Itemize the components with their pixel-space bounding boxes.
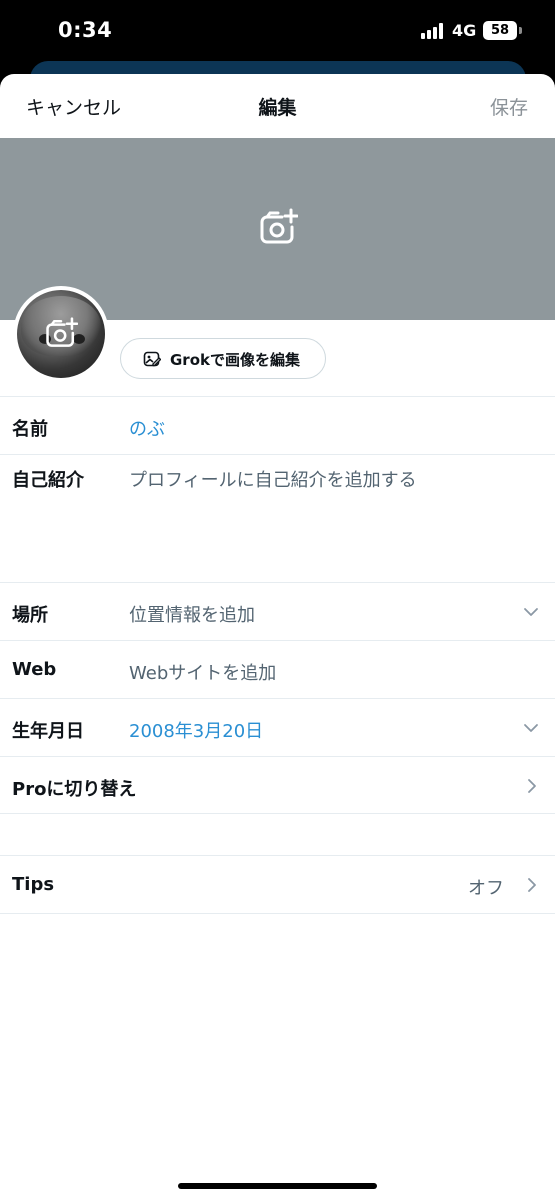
location-row[interactable]: 場所 位置情報を追加 [0,582,555,640]
chevron-right-icon [528,878,536,892]
status-time: 0:34 [58,18,113,42]
switch-to-pro-row[interactable]: Proに切り替え [0,756,555,814]
tips-row[interactable]: Tips オフ [0,855,555,913]
chevron-down-icon [524,724,538,732]
nav-bar: キャンセル 編集 保存 [0,74,555,138]
tips-label: Tips [12,874,55,895]
image-edit-icon [143,351,161,367]
cellular-signal-icon [421,23,447,39]
battery-cap [519,27,522,34]
tips-status: オフ [468,878,504,899]
switch-to-pro-label: Proに切り替え [12,779,137,800]
camera-plus-icon[interactable] [258,208,298,246]
grok-button-label: Grokで画像を編集 [170,351,300,369]
bio-row[interactable]: 自己紹介 プロフィールに自己紹介を追加する [0,454,555,582]
web-label: Web [12,659,57,680]
location-field[interactable]: 位置情報を追加 [129,601,255,627]
birthday-row[interactable]: 生年月日 2008年3月20日 [0,698,555,756]
birthday-label: 生年月日 [12,721,84,742]
bio-field[interactable]: プロフィールに自己紹介を追加する [129,466,417,492]
section-divider [0,813,555,814]
avatar[interactable] [13,286,109,382]
save-button[interactable]: 保存 [490,93,528,120]
grok-edit-image-button[interactable]: Grokで画像を編集 [120,338,326,379]
camera-plus-icon[interactable] [44,317,78,349]
name-field[interactable]: のぶ [129,415,165,441]
name-row[interactable]: 名前 のぶ [0,396,555,454]
birthday-field[interactable]: 2008年3月20日 [129,717,263,743]
chevron-right-icon [528,779,536,793]
web-field[interactable]: Webサイトを追加 [129,659,276,685]
name-label: 名前 [12,419,48,440]
edit-profile-sheet: キャンセル 編集 保存 Grokで画像を編集 名前 のぶ 自己紹介 プロフィール… [0,74,555,1200]
chevron-down-icon [524,608,538,616]
location-label: 場所 [12,605,48,626]
home-indicator[interactable] [178,1183,377,1189]
battery-icon: 58 [483,21,517,40]
status-bar: 0:34 4G 58 [0,0,555,62]
cancel-button[interactable]: キャンセル [26,93,121,120]
web-row[interactable]: Web Webサイトを追加 [0,640,555,698]
bio-label: 自己紹介 [12,470,84,491]
section-divider [0,913,555,914]
network-type: 4G [452,21,477,40]
